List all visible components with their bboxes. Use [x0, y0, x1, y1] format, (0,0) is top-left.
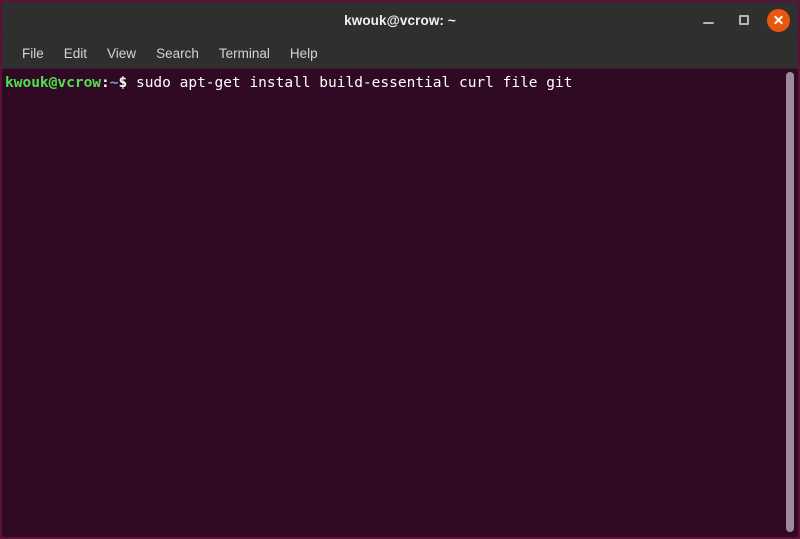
minimize-button[interactable] [695, 7, 721, 33]
menubar: File Edit View Search Terminal Help [2, 39, 798, 69]
prompt-user-host: kwouk@vcrow [5, 75, 102, 91]
scrollbar-thumb[interactable] [786, 72, 794, 532]
menu-item-view[interactable]: View [97, 43, 146, 64]
minimize-icon [702, 21, 714, 24]
titlebar[interactable]: kwouk@vcrow: ~ [2, 2, 798, 39]
prompt-sigil: $ [118, 75, 128, 91]
menu-item-file[interactable]: File [12, 43, 54, 64]
prompt-path: ~ [109, 75, 119, 91]
window-controls [695, 2, 790, 38]
menu-item-edit[interactable]: Edit [54, 43, 97, 64]
close-button[interactable] [767, 8, 790, 32]
terminal-line: kwouk@vcrow:~$ sudo apt-get install buil… [5, 74, 798, 93]
terminal-content[interactable]: kwouk@vcrow:~$ sudo apt-get install buil… [2, 69, 798, 537]
menu-item-help[interactable]: Help [280, 43, 328, 64]
menu-item-terminal[interactable]: Terminal [209, 43, 280, 64]
terminal-scrollbar[interactable] [783, 69, 796, 537]
terminal-window: kwouk@vcrow: ~ File Edit View Search Ter… [0, 0, 800, 539]
terminal-command: sudo apt-get install build-essential cur… [127, 75, 573, 91]
window-title: kwouk@vcrow: ~ [344, 12, 456, 28]
maximize-button[interactable] [731, 7, 757, 33]
close-icon [773, 15, 784, 26]
maximize-icon [739, 15, 749, 25]
prompt-separator: : [101, 75, 110, 91]
menu-item-search[interactable]: Search [146, 43, 209, 64]
